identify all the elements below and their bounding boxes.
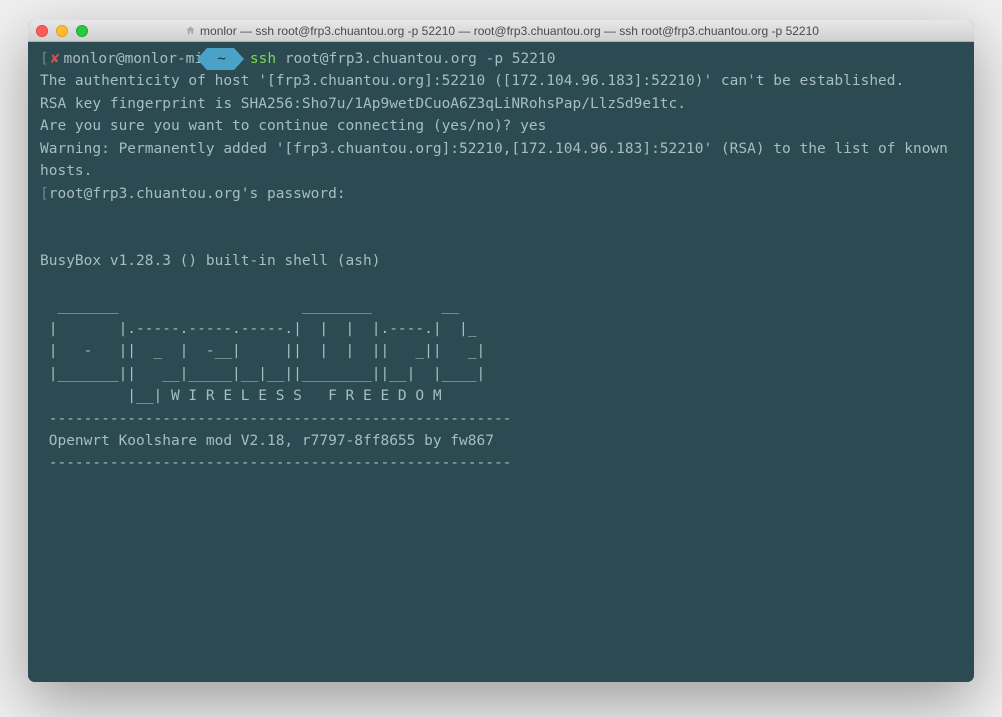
output-line: The authenticity of host '[frp3.chuantou…	[40, 70, 962, 92]
terminal-window: monlor — ssh root@frp3.chuantou.org -p 5…	[28, 20, 974, 682]
user-host: monlor@monlor-mi	[63, 48, 203, 70]
blank-line	[40, 228, 962, 250]
window-title-text: monlor — ssh root@frp3.chuantou.org -p 5…	[200, 24, 819, 38]
ascii-art-line: _______ ________ __	[40, 295, 962, 317]
ascii-art-line: |_______|| __|_____|__|__||________||__|…	[40, 363, 962, 385]
window-title: monlor — ssh root@frp3.chuantou.org -p 5…	[98, 24, 966, 38]
blank-line	[40, 273, 962, 295]
blank-line	[40, 205, 962, 227]
divider-line: ----------------------------------------…	[40, 408, 962, 430]
minimize-button[interactable]	[56, 25, 68, 37]
bracket-open: [	[40, 48, 49, 70]
password-prompt: [root@frp3.chuantou.org's password:	[40, 183, 962, 205]
output-line: RSA key fingerprint is SHA256:Sho7u/1Ap9…	[40, 93, 962, 115]
error-icon: ✘	[51, 48, 60, 70]
output-line: Are you sure you want to continue connec…	[40, 115, 962, 137]
bracket-open: [	[40, 186, 49, 202]
zoom-button[interactable]	[76, 25, 88, 37]
output-line: Warning: Permanently added '[frp3.chuant…	[40, 138, 962, 183]
busybox-banner: BusyBox v1.28.3 () built-in shell (ash)	[40, 250, 962, 272]
home-icon	[185, 25, 196, 36]
titlebar[interactable]: monlor — ssh root@frp3.chuantou.org -p 5…	[28, 20, 974, 42]
close-button[interactable]	[36, 25, 48, 37]
password-prompt-text: root@frp3.chuantou.org's password:	[49, 186, 346, 202]
version-line: Openwrt Koolshare mod V2.18, r7797-8ff86…	[40, 430, 962, 452]
cwd-text: ~	[207, 48, 234, 70]
command-args: root@frp3.chuantou.org -p 52210	[285, 48, 556, 70]
ascii-art-line: | - || _ | -__| || | | || _|| _|	[40, 340, 962, 362]
terminal-body[interactable]: [ ✘ monlor@monlor-mi ~ ssh root@frp3.chu…	[28, 42, 974, 682]
cwd-segment: ~	[207, 48, 234, 70]
divider-line: ----------------------------------------…	[40, 452, 962, 474]
ascii-art-line: |__| W I R E L E S S F R E E D O M	[40, 385, 962, 407]
command-name: ssh	[250, 48, 276, 70]
window-controls	[36, 25, 88, 37]
ascii-art-line: | |.-----.-----.-----.| | | |.----.| |_	[40, 318, 962, 340]
prompt-line: [ ✘ monlor@monlor-mi ~ ssh root@frp3.chu…	[40, 48, 962, 70]
